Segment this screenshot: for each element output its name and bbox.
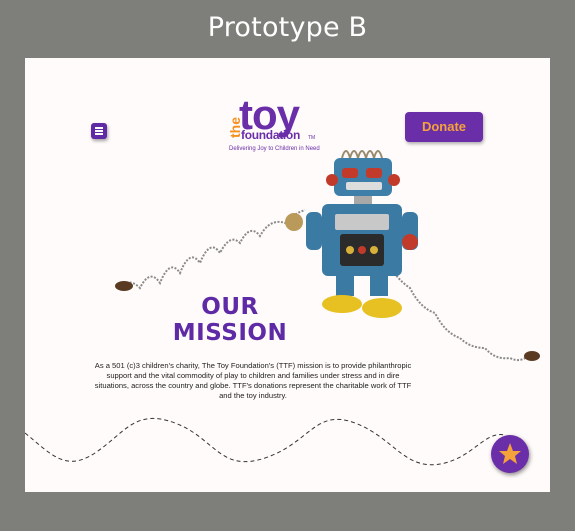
- page-canvas: the toy foundation TM Delivering Joy to …: [25, 58, 550, 492]
- mission-heading-line2: MISSION: [172, 320, 288, 346]
- menu-bar-3: [95, 133, 103, 135]
- mission-heading: OUR MISSION: [170, 294, 290, 346]
- decorative-dashed-line: [25, 418, 506, 466]
- prototype-title: Prototype B: [207, 12, 368, 43]
- hamburger-menu-icon[interactable]: [91, 123, 107, 139]
- mission-heading-line1: OUR: [201, 294, 259, 320]
- star-fab-button[interactable]: [491, 435, 529, 473]
- menu-bar-2: [95, 130, 103, 132]
- menu-bar-1: [95, 127, 103, 129]
- robot-toy-image: [115, 150, 540, 362]
- star-icon: [499, 443, 521, 464]
- mission-body-text: As a 501 (c)3 children's charity, The To…: [94, 361, 412, 400]
